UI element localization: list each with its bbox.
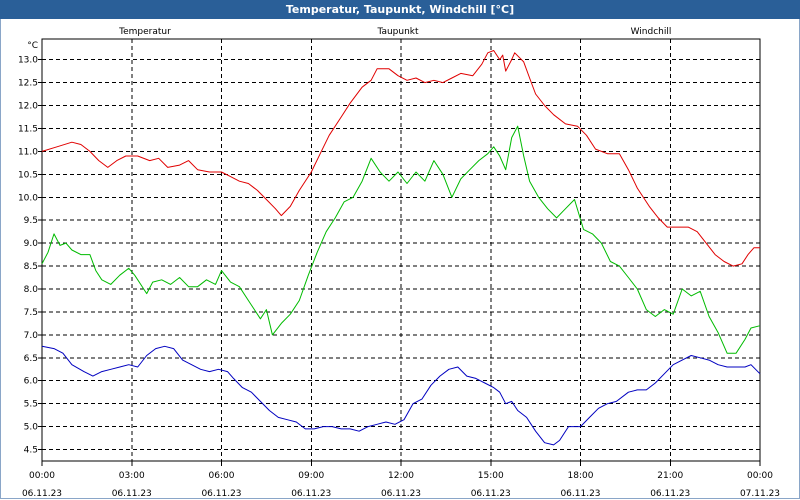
x-tick-date-label: 06.11.23 [560, 489, 600, 498]
y-tick-label: 6.5 [24, 354, 38, 364]
x-tick-time-label: 03:00 [119, 471, 145, 481]
chart-title: Temperatur, Taupunkt, Windchill [°C] [0, 0, 800, 19]
chart-frame: 4.5 5.0 5.5 6.0 6.5 7.0 7.5 8.0 8.5 9.0 9.5 10.0 10.… [0, 19, 800, 499]
y-tick-label: 12.5 [18, 79, 38, 89]
x-tick-date-label: 06.11.23 [650, 489, 690, 498]
y-tick-label: 9.5 [24, 216, 38, 226]
x-tick-time-label: 06:00 [209, 471, 235, 481]
legend-layer: Temperatur Taupunkt Windchill [118, 27, 671, 37]
legend-temperatur: Temperatur [118, 27, 171, 37]
y-tick-label: 13.0 [18, 56, 38, 66]
legend-windchill: Windchill [631, 27, 672, 37]
x-tick-time-label: 00:00 [29, 471, 55, 481]
x-tick-date-label: 06.11.23 [201, 489, 241, 498]
y-axis-label: °C [27, 41, 38, 51]
y-tick-label: 5.0 [24, 423, 39, 433]
x-tick-time-label: 09:00 [298, 471, 324, 481]
x-tick-date-label: 06.11.23 [112, 489, 152, 498]
x-tick-date-label: 06.11.23 [291, 489, 331, 498]
y-tick-label: 9.0 [24, 239, 39, 249]
x-tick-time-label: 12:00 [388, 471, 414, 481]
x-tick-date-label: 06.11.23 [381, 489, 421, 498]
x-tick-date-label: 06.11.23 [471, 489, 511, 498]
x-tick-date-label: 07.11.23 [740, 489, 780, 498]
y-tick-label: 8.5 [24, 262, 38, 272]
y-tick-label: 6.0 [24, 377, 39, 387]
x-tick-time-label: 18:00 [568, 471, 594, 481]
y-tick-label: 11.0 [18, 147, 38, 157]
legend-taupunkt: Taupunkt [376, 27, 419, 37]
grid-layer [42, 39, 760, 461]
y-tick-label: 10.5 [18, 170, 38, 180]
y-tick-label: 7.5 [24, 308, 38, 318]
x-tick-time-label: 21:00 [657, 471, 683, 481]
y-tick-label: 10.0 [18, 193, 38, 203]
y-tick-label: 11.5 [18, 124, 38, 134]
y-tick-label: 8.0 [24, 285, 39, 295]
y-tick-label: 7.0 [24, 331, 39, 341]
y-tick-label: 12.0 [18, 102, 38, 112]
y-tick-label: 4.5 [24, 446, 38, 456]
x-tick-time-label: 15:00 [478, 471, 504, 481]
y-tick-label: 5.5 [24, 400, 38, 410]
line-chart: 4.5 5.0 5.5 6.0 6.5 7.0 7.5 8.0 8.5 9.0 9.5 10.0 10.… [18, 27, 780, 498]
x-tick-date-label: 06.11.23 [22, 489, 62, 498]
x-tick-time-label: 00:00 [747, 471, 773, 481]
axes-layer: 4.5 5.0 5.5 6.0 6.5 7.0 7.5 8.0 8.5 9.0 9.5 10.0 10.… [18, 38, 780, 498]
